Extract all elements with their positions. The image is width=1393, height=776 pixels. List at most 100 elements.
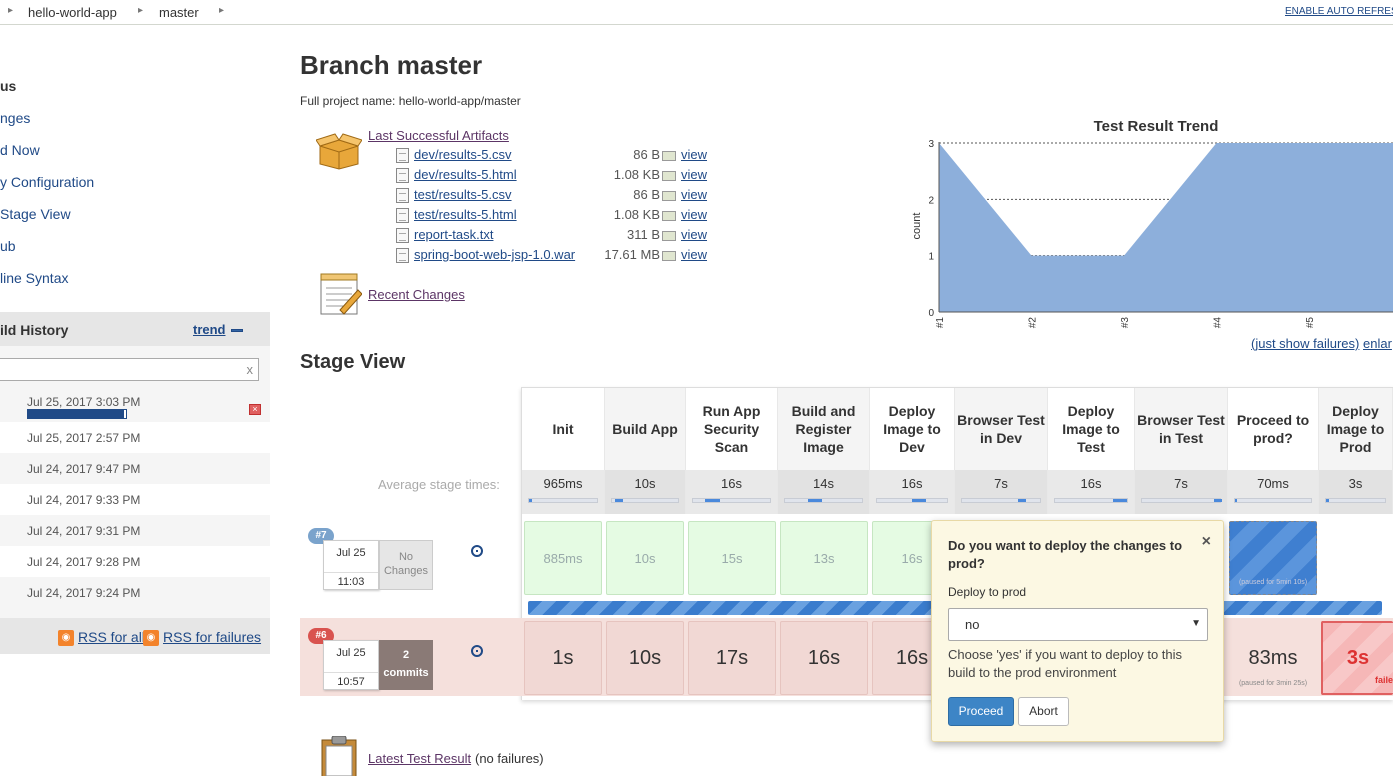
artifact-link[interactable]: spring-boot-web-jsp-1.0.war bbox=[414, 247, 575, 262]
stage-cell-proceed[interactable]: 83ms (paused for 3min 25s) bbox=[1229, 621, 1317, 695]
stage-cell[interactable]: 10s bbox=[606, 621, 684, 695]
task-full-stage-view[interactable]: Stage View bbox=[0, 206, 71, 222]
task-status[interactable]: us bbox=[0, 78, 16, 94]
build-date-link[interactable]: Jul 24, 2017 9:47 PM bbox=[27, 462, 140, 476]
stage-cell[interactable]: 885ms bbox=[524, 521, 602, 595]
stage-view-title: Stage View bbox=[300, 351, 406, 373]
stage-average-cell: 7s bbox=[955, 470, 1048, 514]
rss-all-link[interactable]: RSS for all bbox=[78, 629, 145, 645]
fingerprint-icon[interactable] bbox=[662, 251, 676, 261]
full-project-name: Full project name: hello-world-app/maste… bbox=[300, 94, 521, 108]
fingerprint-icon[interactable] bbox=[662, 211, 676, 221]
build-history-footer: ◉ RSS for all ◉ RSS for failures bbox=[0, 618, 270, 654]
run-date-box[interactable]: Jul 25 10:57 bbox=[323, 640, 379, 690]
artifact-view-link[interactable]: view bbox=[681, 227, 707, 242]
run-changes-box[interactable]: 2 commits bbox=[379, 640, 433, 690]
stage-cell[interactable]: 1s bbox=[524, 621, 602, 695]
stage-average-bar-fill bbox=[615, 499, 624, 502]
notepad-icon bbox=[320, 273, 362, 315]
last-successful-artifacts-link[interactable]: Last Successful Artifacts bbox=[368, 128, 509, 143]
build-date-link[interactable]: Jul 24, 2017 9:24 PM bbox=[27, 586, 140, 600]
stage-cell[interactable]: 13s bbox=[780, 521, 868, 595]
just-show-failures-link[interactable]: (just show failures) bbox=[1251, 336, 1359, 351]
abort-button[interactable]: Abort bbox=[1018, 697, 1069, 726]
artifact-link[interactable]: report-task.txt bbox=[414, 227, 493, 242]
fingerprint-icon[interactable] bbox=[662, 171, 676, 181]
proceed-button[interactable]: Proceed bbox=[948, 697, 1014, 726]
stage-cell[interactable]: 16s bbox=[780, 621, 868, 695]
breadcrumb-item-branch[interactable]: master bbox=[159, 5, 199, 20]
artifact-view-link[interactable]: view bbox=[681, 147, 707, 162]
trend-collapse-icon[interactable] bbox=[231, 329, 243, 332]
breadcrumb-separator-icon: ▸ bbox=[219, 5, 225, 16]
build-date-link[interactable]: Jul 24, 2017 9:33 PM bbox=[27, 493, 140, 507]
task-build-now[interactable]: d Now bbox=[0, 142, 40, 158]
breadcrumb: ▸ hello-world-app ▸ master ▸ ENABLE AUTO… bbox=[0, 0, 1393, 25]
chart-y-tick-label: 0 bbox=[928, 308, 934, 319]
stage-average-cell: 16s bbox=[686, 470, 778, 514]
build-date-link[interactable]: Jul 24, 2017 9:28 PM bbox=[27, 555, 140, 569]
chart-x-tick-label: #5 bbox=[1305, 317, 1316, 329]
popup-title: Do you want to deploy the changes to pro… bbox=[948, 538, 1183, 571]
artifact-size: 86 B bbox=[633, 187, 660, 202]
latest-test-result-link[interactable]: Latest Test Result bbox=[368, 751, 471, 766]
rss-failures-link[interactable]: RSS for failures bbox=[163, 629, 261, 645]
stage-cell[interactable]: 17s bbox=[688, 621, 776, 695]
artifact-link[interactable]: test/results-5.csv bbox=[414, 187, 512, 202]
build-history-trend-link[interactable]: trend bbox=[193, 322, 226, 337]
artifact-link[interactable]: test/results-5.html bbox=[414, 207, 517, 222]
chart-x-tick-label: #1 bbox=[935, 317, 946, 329]
test-result-trend-chart[interactable]: Test Result Trend count 0 1 2 3 #1 #2 #3 #4 #5 bbox=[900, 112, 1393, 334]
task-pipeline-syntax[interactable]: line Syntax bbox=[0, 270, 68, 286]
run-date-box[interactable]: Jul 25 11:03 bbox=[323, 540, 379, 590]
file-icon bbox=[396, 148, 409, 163]
artifact-row: test/results-5.csv 86 B view bbox=[396, 186, 716, 206]
enable-auto-refresh-link[interactable]: ENABLE AUTO REFRESH bbox=[1285, 6, 1393, 17]
clock-icon[interactable] bbox=[471, 545, 483, 557]
deploy-to-prod-select[interactable]: no ▼ bbox=[948, 608, 1208, 641]
stage-average-bar bbox=[876, 498, 948, 503]
file-icon bbox=[396, 168, 409, 183]
artifact-view-link[interactable]: view bbox=[681, 207, 707, 222]
trend-links: (just show failures) enlar bbox=[1251, 336, 1392, 351]
stage-average-bar bbox=[1325, 498, 1386, 503]
fingerprint-icon[interactable] bbox=[662, 231, 676, 241]
enlarge-link[interactable]: enlar bbox=[1363, 336, 1392, 351]
fingerprint-icon[interactable] bbox=[662, 191, 676, 201]
rss-icon[interactable]: ◉ bbox=[58, 630, 74, 646]
stage-cell[interactable]: 10s bbox=[606, 521, 684, 595]
artifact-link[interactable]: dev/results-5.csv bbox=[414, 147, 512, 162]
build-date-link[interactable]: Jul 25, 2017 3:03 PM bbox=[27, 395, 140, 409]
stage-average-cell: 14s bbox=[778, 470, 870, 514]
chart-y-tick-label: 1 bbox=[928, 252, 934, 263]
recent-changes-link[interactable]: Recent Changes bbox=[368, 287, 465, 302]
run-changes-label: commits bbox=[383, 667, 429, 679]
breadcrumb-item-project[interactable]: hello-world-app bbox=[28, 5, 117, 20]
stage-average-bar bbox=[1054, 498, 1128, 503]
close-icon[interactable]: × bbox=[1202, 533, 1211, 551]
artifact-view-link[interactable]: view bbox=[681, 187, 707, 202]
clear-filter-icon[interactable]: x bbox=[247, 362, 254, 377]
build-progress-fill bbox=[28, 410, 125, 418]
stage-cell-failed[interactable]: 3s faile bbox=[1321, 621, 1393, 695]
fingerprint-icon[interactable] bbox=[662, 151, 676, 161]
file-icon bbox=[396, 228, 409, 243]
stage-header: Deploy Image to Test bbox=[1048, 388, 1135, 470]
cancel-build-icon[interactable]: × bbox=[249, 404, 261, 415]
build-date-link[interactable]: Jul 25, 2017 2:57 PM bbox=[27, 431, 140, 445]
artifact-row: spring-boot-web-jsp-1.0.war 17.61 MB vie… bbox=[396, 246, 716, 266]
clock-icon[interactable] bbox=[471, 645, 483, 657]
task-changes[interactable]: nges bbox=[0, 110, 30, 126]
artifact-view-link[interactable]: view bbox=[681, 167, 707, 182]
select-value: no bbox=[965, 617, 980, 632]
artifact-view-link[interactable]: view bbox=[681, 247, 707, 262]
build-date-link[interactable]: Jul 24, 2017 9:31 PM bbox=[27, 524, 140, 538]
stage-cell[interactable]: 15s bbox=[688, 521, 776, 595]
artifact-link[interactable]: dev/results-5.html bbox=[414, 167, 517, 182]
paused-stage-cell[interactable]: (paused for 5min 10s) bbox=[1229, 521, 1317, 595]
task-view-configuration[interactable]: y Configuration bbox=[0, 174, 94, 190]
stage-average-bar bbox=[961, 498, 1041, 503]
build-history-filter-input[interactable]: x bbox=[0, 358, 259, 381]
rss-icon[interactable]: ◉ bbox=[143, 630, 159, 646]
task-github[interactable]: ub bbox=[0, 238, 16, 254]
